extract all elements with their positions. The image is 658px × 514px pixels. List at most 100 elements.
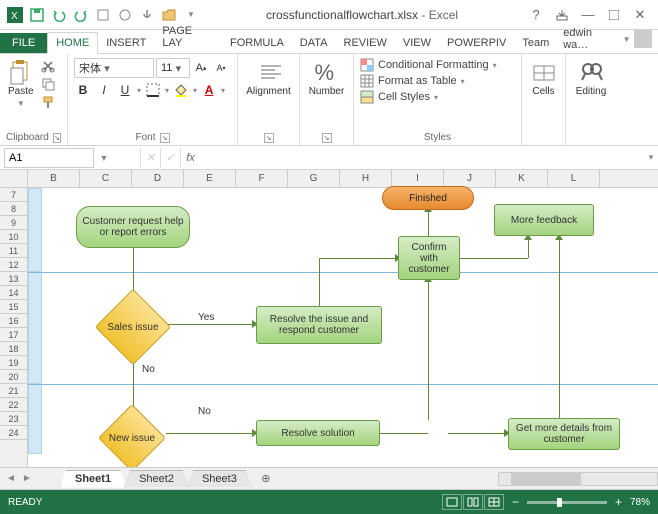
conditional-formatting-button[interactable]: Conditional Formatting▾ — [360, 58, 515, 72]
col-header[interactable]: J — [444, 170, 496, 187]
row-header[interactable]: 10 — [0, 230, 27, 244]
font-name-combo[interactable]: 宋体▾ — [74, 58, 154, 78]
fill-color-icon[interactable] — [172, 80, 190, 100]
zoom-slider-thumb[interactable] — [557, 498, 562, 507]
ribbon-options-icon[interactable] — [550, 5, 574, 25]
namebox-dropdown-icon[interactable]: ▼ — [98, 153, 110, 163]
font-dialog-launcher[interactable]: ↘ — [160, 133, 170, 143]
decrease-font-icon[interactable]: A▾ — [212, 58, 230, 78]
cell-styles-button[interactable]: Cell Styles▾ — [360, 90, 515, 104]
row-header[interactable]: 14 — [0, 286, 27, 300]
row-header[interactable]: 8 — [0, 202, 27, 216]
tab-page-layout[interactable]: PAGE LAY — [154, 21, 222, 53]
select-all-corner[interactable] — [0, 170, 28, 187]
cell-canvas[interactable]: Customer request help or report errors F… — [28, 188, 658, 468]
redo-icon[interactable] — [72, 6, 90, 24]
format-painter-icon[interactable] — [40, 94, 56, 110]
zoom-out-button[interactable]: − — [512, 495, 519, 509]
row-header[interactable]: 12 — [0, 258, 27, 272]
save-icon[interactable] — [28, 6, 46, 24]
row-header[interactable]: 7 — [0, 188, 27, 202]
cut-icon[interactable] — [40, 58, 56, 74]
touch-mode-icon[interactable] — [116, 6, 134, 24]
tab-powerpivot[interactable]: POWERPIV — [439, 33, 514, 53]
help-icon[interactable]: ? — [524, 5, 548, 25]
col-header[interactable]: L — [548, 170, 600, 187]
col-header[interactable]: E — [184, 170, 236, 187]
zoom-in-button[interactable]: + — [615, 495, 622, 509]
number-dialog-launcher[interactable]: ↘ — [322, 133, 332, 143]
border-icon[interactable] — [144, 80, 162, 100]
font-size-combo[interactable]: 11▾ — [156, 58, 190, 78]
col-header[interactable]: B — [28, 170, 80, 187]
new-sheet-button[interactable]: ⊕ — [256, 469, 276, 489]
sheet-tab[interactable]: Sheet3 — [187, 470, 252, 487]
tab-formulas[interactable]: FORMULA — [222, 33, 292, 53]
col-header[interactable]: H — [340, 170, 392, 187]
flowchart-process-resolve-respond[interactable]: Resolve the issue and respond customer — [256, 306, 382, 344]
row-header[interactable]: 15 — [0, 300, 27, 314]
file-tab[interactable]: FILE — [0, 33, 47, 53]
undo-icon[interactable] — [50, 6, 68, 24]
sheet-tab[interactable]: Sheet1 — [60, 470, 126, 488]
increase-font-icon[interactable]: A▴ — [192, 58, 210, 78]
col-header[interactable]: D — [132, 170, 184, 187]
flowchart-process-resolve-solution[interactable]: Resolve solution — [256, 420, 380, 446]
view-normal-icon[interactable] — [442, 494, 462, 510]
scrollbar-thumb[interactable] — [511, 473, 581, 485]
cells-button[interactable]: Cells — [528, 58, 559, 99]
close-icon[interactable]: ✕ — [628, 5, 652, 25]
horizontal-scrollbar[interactable] — [498, 472, 658, 486]
tab-insert[interactable]: INSERT — [98, 33, 154, 53]
flowchart-decision-new-issue[interactable]: New issue — [108, 414, 156, 462]
sheet-tab[interactable]: Sheet2 — [124, 470, 189, 487]
qat-icon-4[interactable] — [94, 6, 112, 24]
tab-review[interactable]: REVIEW — [336, 33, 395, 53]
user-signin[interactable]: edwin wa… ▼ — [557, 25, 658, 53]
alignment-button[interactable]: Alignment — [244, 58, 293, 99]
number-button[interactable]: % Number — [306, 58, 347, 99]
tab-home[interactable]: HOME — [47, 32, 98, 54]
col-header[interactable]: G — [288, 170, 340, 187]
row-header[interactable]: 9 — [0, 216, 27, 230]
editing-button[interactable]: Editing — [572, 58, 610, 99]
enter-fx-icon[interactable]: ✓ — [160, 148, 180, 168]
tab-team[interactable]: Team — [514, 33, 557, 53]
attach-icon[interactable] — [138, 6, 156, 24]
italic-button[interactable]: I — [95, 80, 113, 100]
bold-button[interactable]: B — [74, 80, 92, 100]
name-box[interactable] — [4, 148, 94, 168]
col-header[interactable]: I — [392, 170, 444, 187]
copy-icon[interactable] — [40, 76, 56, 92]
paste-button[interactable]: Paste ▼ — [6, 58, 36, 110]
view-page-break-icon[interactable] — [484, 494, 504, 510]
format-as-table-button[interactable]: Format as Table▾ — [360, 74, 515, 88]
sheet-nav-prev-icon[interactable]: ◄ — [4, 472, 18, 486]
flowchart-process-feedback[interactable]: More feedback — [494, 204, 594, 236]
row-header[interactable]: 21 — [0, 384, 27, 398]
minimize-icon[interactable]: — — [576, 5, 600, 25]
underline-button[interactable]: U — [116, 80, 134, 100]
row-header[interactable]: 22 — [0, 398, 27, 412]
cancel-fx-icon[interactable]: ✕ — [140, 148, 160, 168]
fx-icon[interactable]: fx — [180, 148, 200, 168]
formula-input[interactable] — [200, 148, 644, 168]
row-header[interactable]: 19 — [0, 356, 27, 370]
row-header[interactable]: 20 — [0, 370, 27, 384]
row-header[interactable]: 13 — [0, 272, 27, 286]
view-page-layout-icon[interactable] — [463, 494, 483, 510]
alignment-dialog-launcher[interactable]: ↘ — [264, 133, 274, 143]
row-header[interactable]: 24 — [0, 426, 27, 440]
row-header[interactable]: 18 — [0, 342, 27, 356]
col-header[interactable]: C — [80, 170, 132, 187]
zoom-slider[interactable] — [527, 501, 607, 504]
row-header[interactable]: 16 — [0, 314, 27, 328]
zoom-level[interactable]: 78% — [630, 497, 650, 508]
tab-view[interactable]: VIEW — [395, 33, 439, 53]
row-header[interactable]: 11 — [0, 244, 27, 258]
font-color-icon[interactable]: A — [200, 80, 218, 100]
row-header[interactable]: 17 — [0, 328, 27, 342]
col-header[interactable]: K — [496, 170, 548, 187]
tab-data[interactable]: DATA — [292, 33, 336, 53]
row-header[interactable]: 23 — [0, 412, 27, 426]
